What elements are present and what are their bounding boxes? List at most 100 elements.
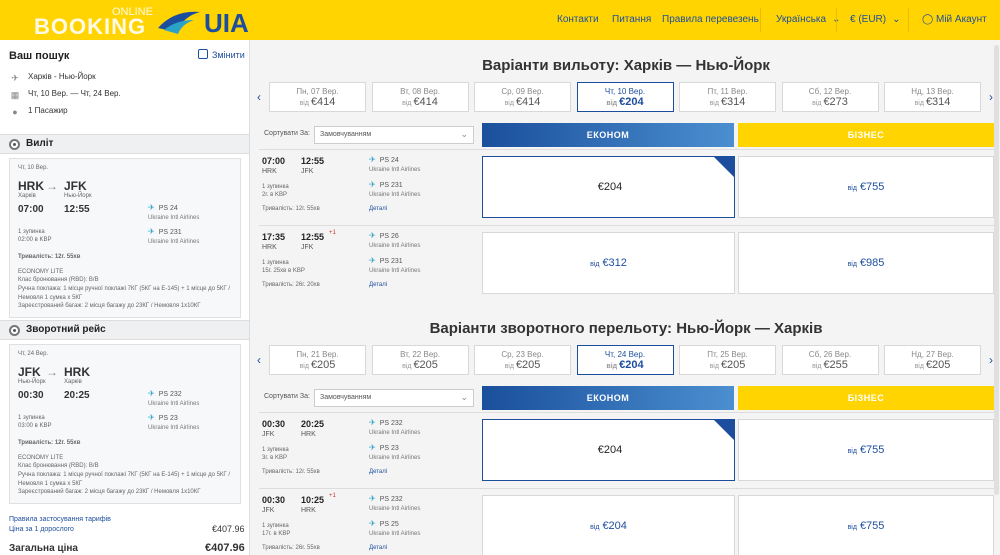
logo[interactable]: BOOKING ONLINE UIA: [34, 6, 264, 39]
flight-number: PS 231: [158, 229, 182, 236]
prev-dates-chevron-icon[interactable]: ‹: [257, 90, 261, 104]
return-flight-1: ✈ PS 232: [148, 389, 182, 398]
date-price: від €314: [885, 96, 980, 108]
date-price: від €205: [475, 359, 570, 371]
radio-icon: [9, 325, 20, 336]
sort-select[interactable]: Замовчуванням ⌄: [314, 126, 474, 144]
date-label: Нд, 27 Вер.: [911, 350, 954, 359]
nav-contacts[interactable]: Контакти: [557, 14, 599, 25]
next-dates-chevron-icon[interactable]: ›: [989, 90, 993, 104]
return-date: Чт, 24 Вер.: [18, 351, 49, 357]
total-label: Загальна ціна: [9, 543, 78, 554]
economy-fare-option[interactable]: €204 ✓: [482, 419, 735, 481]
date-option[interactable]: Вт, 08 Вер. від €414: [371, 82, 469, 112]
currency-label: € (EUR): [850, 14, 887, 25]
account-link[interactable]: ◯ Мій Акаунт: [922, 14, 987, 25]
details-link[interactable]: Деталі: [369, 545, 387, 551]
flight-segment-1: ✈ PS 24: [369, 155, 399, 164]
date-option[interactable]: Сб, 26 Вер. від €255: [781, 345, 879, 375]
dep-time: 17:35: [262, 232, 286, 242]
date-option[interactable]: Ср, 09 Вер. від €414: [474, 82, 571, 112]
date-option[interactable]: Вт, 22 Вер. від €205: [371, 345, 469, 375]
outbound-section-header: Виліт: [0, 134, 249, 154]
nav-meals[interactable]: Питання: [612, 14, 651, 25]
from-label: від: [847, 261, 857, 268]
economy-fare-option[interactable]: від €312: [482, 232, 735, 294]
date-label: Вт, 08 Вер.: [400, 87, 440, 96]
sort-select[interactable]: Замовчуванням ⌄: [314, 389, 474, 407]
sort-label: Сортувати За:: [264, 130, 310, 137]
currency-select[interactable]: € (EUR) ⌄: [850, 14, 901, 25]
date-option[interactable]: Нд, 27 Вер. від €205: [884, 345, 981, 375]
airline-name: Ukraine Intl Airlines: [369, 455, 421, 461]
chevron-down-icon: ⌄: [460, 392, 468, 402]
stops: 1 зупинка: [262, 447, 289, 453]
date-option[interactable]: Пн, 21 Вер. від €205: [269, 345, 366, 375]
dates-text: Чт, 10 Вер. — Чт, 24 Вер.: [28, 89, 121, 98]
airline-name: Ukraine Intl Airlines: [148, 425, 200, 431]
date-option[interactable]: Чт, 24 Вер. від €204: [576, 345, 674, 375]
date-option[interactable]: Пн, 07 Вер. від €414: [269, 82, 366, 112]
next-dates-chevron-icon[interactable]: ›: [989, 353, 993, 367]
total-price: €407.96: [205, 542, 245, 554]
date-option[interactable]: Ср, 23 Вер. від €205: [474, 345, 571, 375]
date-option[interactable]: Сб, 12 Вер. від €273: [781, 82, 879, 112]
business-fare-option[interactable]: від €755: [738, 419, 994, 481]
route-row: ✈ Харків - Нью-Йорк: [10, 72, 95, 83]
economy-price: €204: [597, 444, 623, 456]
airline-name: Ukraine Intl Airlines: [369, 243, 421, 249]
flight-number: PS 231: [379, 258, 403, 265]
edit-label: Змінити: [212, 50, 245, 60]
airline-name: Ukraine Intl Airlines: [369, 268, 421, 274]
economy-fare-option[interactable]: €204 ✓: [482, 156, 735, 218]
business-fare-option[interactable]: від €755: [738, 495, 994, 555]
return-stops: 1 зупинка: [18, 415, 45, 421]
date-label: Пт, 25 Вер.: [707, 350, 748, 359]
details-link[interactable]: Деталі: [369, 206, 387, 212]
outbound-stops: 1 зупинка: [18, 229, 45, 235]
date-option[interactable]: Чт, 10 Вер. від €204: [576, 82, 674, 112]
business-fare-option[interactable]: від €985: [738, 232, 994, 294]
person-icon: ●: [12, 107, 18, 117]
prev-dates-chevron-icon[interactable]: ‹: [257, 353, 261, 367]
dep-airport: JFK: [262, 431, 275, 438]
date-price: від €273: [783, 96, 878, 108]
details-link[interactable]: Деталі: [369, 282, 387, 288]
edit-search-button[interactable]: Змінити: [198, 49, 245, 60]
details-link[interactable]: Деталі: [369, 469, 387, 475]
return-rbd: Клас бронювання (RBD): B/B: [18, 463, 99, 469]
chevron-down-icon: ⌄: [460, 129, 468, 139]
price-value: €204: [619, 359, 644, 371]
arrow-right-icon: →: [46, 365, 58, 379]
language-select[interactable]: Українська⌄: [776, 14, 840, 25]
outbound-section-title: Виліт: [26, 138, 54, 149]
per-adult-label: Ціна за 1 дорослого: [9, 526, 74, 533]
from-label: від: [812, 363, 822, 370]
airline-logo-icon: ✈: [369, 443, 376, 452]
date-option[interactable]: Пт, 25 Вер. від €205: [679, 345, 776, 375]
airline-logo-icon: ✈: [369, 494, 376, 503]
check-icon: ✓: [724, 444, 732, 454]
flight-segment-1: ✈ PS 232: [369, 418, 403, 427]
duration: Тривалість: 26г. 55хв: [262, 545, 320, 551]
nav-rules[interactable]: Правила перевезень: [662, 14, 759, 25]
business-fare-option[interactable]: від €755: [738, 156, 994, 218]
economy-fare-option[interactable]: від €204: [482, 495, 735, 555]
dep-time: 07:00: [262, 156, 286, 166]
chevron-down-icon: ⌄: [892, 14, 901, 25]
edit-icon: [198, 49, 208, 59]
date-option[interactable]: Пт, 11 Вер. від €314: [679, 82, 776, 112]
date-price: від €314: [680, 96, 775, 108]
fare-rules-link[interactable]: Правила застосування тарифів: [9, 516, 111, 523]
airline-logo-icon: ✈: [148, 227, 155, 236]
date-price: від €205: [373, 359, 468, 371]
scrollbar[interactable]: [994, 45, 999, 495]
outbound-duration: Тривалість: 12г. 55хв: [18, 254, 81, 260]
date-option[interactable]: Нд, 13 Вер. від €314: [884, 82, 981, 112]
account-label: Мій Акаунт: [935, 14, 987, 25]
return-arr-time: 20:25: [64, 390, 90, 401]
arr-airport: JFK: [301, 244, 314, 251]
from-label: від: [299, 100, 309, 107]
date-price: від €205: [270, 359, 365, 371]
price-value: €314: [720, 96, 746, 108]
